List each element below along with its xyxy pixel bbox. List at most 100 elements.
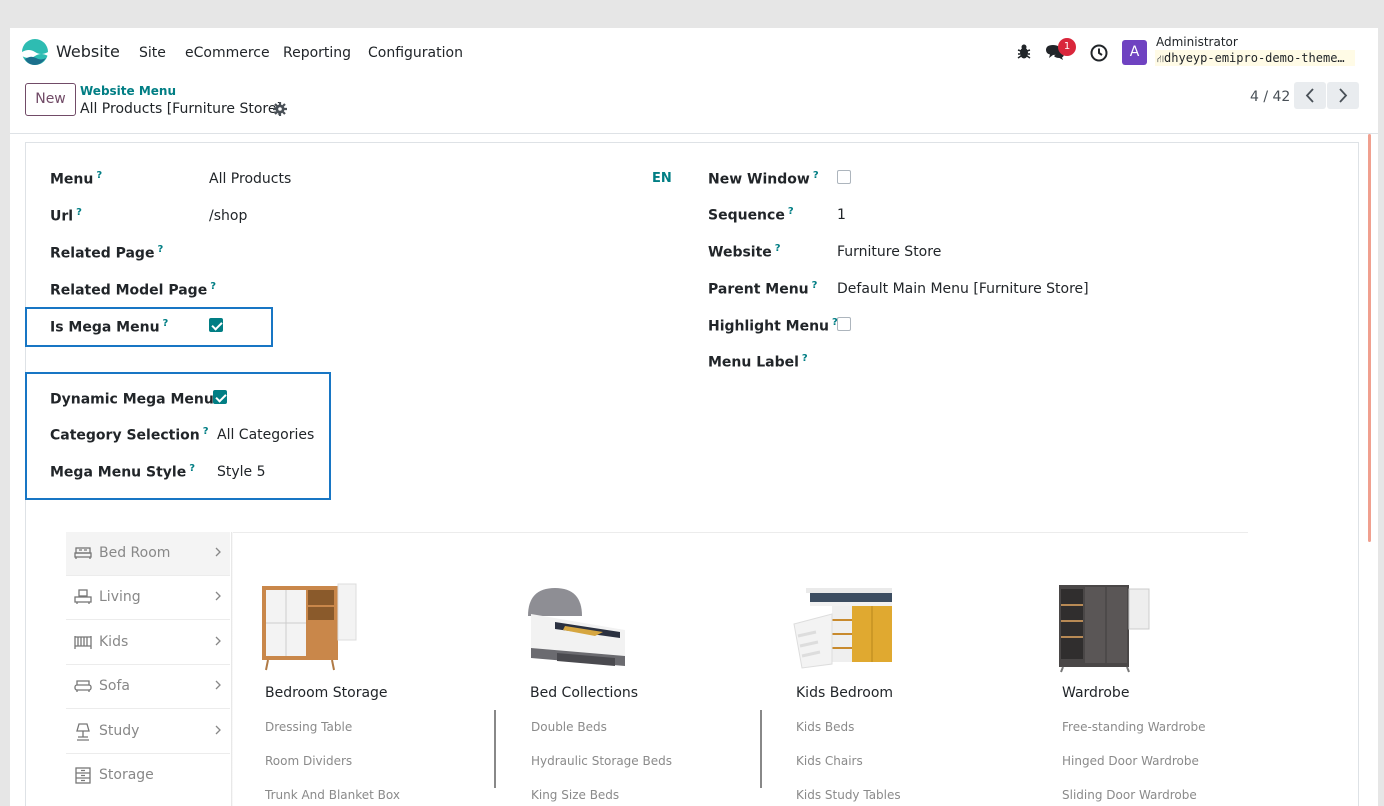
record-title: All Products [Furniture Store] (80, 101, 282, 117)
pager-next-button[interactable] (1327, 82, 1359, 109)
preview-category-label: Study (99, 723, 140, 739)
dynamic-mega-menu-checkbox[interactable] (213, 390, 227, 404)
field-parent-menu-value[interactable]: Default Main Menu [Furniture Store] (837, 281, 1089, 297)
field-label-related-page: Related Page? (50, 244, 164, 262)
preview-category-living[interactable]: Living (66, 576, 230, 620)
user-avatar[interactable]: A (1122, 40, 1147, 65)
chevron-left-icon (1305, 88, 1314, 103)
database-label: dhyeyp-emipro-demo-theme… (1164, 51, 1345, 65)
debug-bug-icon[interactable] (1016, 43, 1032, 61)
field-url-value[interactable]: /shop (209, 208, 247, 224)
field-label-menu-label: Menu Label? (708, 353, 808, 371)
field-sequence-value[interactable]: 1 (837, 207, 846, 223)
field-label-dynamic-mega-menu: Dynamic Mega Menu? (50, 390, 223, 408)
control-panel-divider (10, 133, 1378, 134)
field-label-mega-menu-style: Mega Menu Style? (50, 463, 196, 481)
is-mega-menu-checkbox[interactable] (209, 318, 223, 332)
chevron-right-icon (215, 591, 221, 601)
preview-column-title[interactable]: Kids Bedroom (796, 685, 893, 701)
bedroom-storage-image (262, 583, 357, 671)
field-category-selection-value[interactable]: All Categories (217, 427, 314, 443)
field-label-category-selection: Category Selection? (50, 426, 209, 444)
highlight-menu-checkbox[interactable] (837, 317, 851, 331)
preview-link[interactable]: Hydraulic Storage Beds (531, 754, 672, 768)
preview-category-label: Kids (99, 634, 129, 650)
menu-ecommerce[interactable]: eCommerce (185, 45, 270, 61)
mega-menu-preview-border (231, 532, 1248, 533)
new-button[interactable]: New (25, 83, 76, 116)
sofa-icon (74, 680, 92, 692)
preview-category-label: Storage (99, 767, 154, 783)
preview-category-label: Sofa (99, 678, 130, 694)
field-mega-menu-style-value[interactable]: Style 5 (217, 464, 266, 480)
top-navbar: Website Site eCommerce Reporting Configu… (10, 28, 1378, 76)
crib-icon (74, 636, 92, 649)
preview-category-study[interactable]: Study (66, 710, 230, 754)
field-label-menu: Menu? (50, 170, 103, 188)
field-menu-value[interactable]: All Products (209, 171, 291, 187)
chevron-right-icon (215, 725, 221, 735)
preview-link[interactable]: Dressing Table (265, 720, 352, 734)
chevron-right-icon (1339, 88, 1348, 103)
language-toggle[interactable]: EN (652, 171, 672, 186)
field-label-new-window: New Window? (708, 170, 819, 188)
field-label-website: Website? (708, 243, 781, 261)
gear-icon[interactable] (273, 102, 287, 116)
preview-column-divider (494, 710, 496, 788)
preview-link[interactable]: Free-standing Wardrobe (1062, 720, 1206, 734)
pager-value[interactable]: 4 / 42 (1250, 89, 1290, 105)
kids-bedroom-image (793, 588, 892, 669)
wardrobe-image (1059, 585, 1150, 673)
preview-link[interactable]: Kids Study Tables (796, 788, 901, 802)
new-window-checkbox[interactable] (837, 170, 851, 184)
storage-icon (75, 767, 91, 784)
breadcrumb-website-menu[interactable]: Website Menu (80, 84, 176, 98)
preview-category-storage[interactable]: Storage (66, 754, 230, 798)
preview-link[interactable]: Sliding Door Wardrobe (1062, 788, 1197, 802)
preview-column-title[interactable]: Bedroom Storage (265, 685, 388, 701)
app-name[interactable]: Website (56, 42, 120, 61)
preview-sidebar-shadow (231, 532, 233, 806)
user-name[interactable]: Administrator (1156, 35, 1238, 49)
field-label-url: Url? (50, 207, 82, 225)
preview-link[interactable]: Kids Chairs (796, 754, 863, 768)
field-website-value[interactable]: Furniture Store (837, 244, 941, 260)
preview-link[interactable]: Double Beds (531, 720, 607, 734)
field-label-sequence: Sequence? (708, 206, 794, 224)
database-icon: ⛙ (1157, 54, 1165, 65)
website-logo-icon[interactable] (22, 39, 48, 65)
field-label-is-mega-menu: Is Mega Menu? (50, 318, 169, 336)
scrollbar[interactable] (1368, 134, 1371, 542)
menu-site[interactable]: Site (139, 45, 166, 61)
menu-configuration[interactable]: Configuration (368, 45, 463, 61)
preview-category-kids[interactable]: Kids (66, 621, 230, 665)
preview-link[interactable]: King Size Beds (531, 788, 619, 802)
notification-badge: 1 (1058, 38, 1076, 56)
bed-icon (74, 547, 92, 559)
preview-link[interactable]: Hinged Door Wardrobe (1062, 754, 1199, 768)
living-icon (74, 589, 92, 604)
field-label-parent-menu: Parent Menu? (708, 280, 818, 298)
field-label-highlight-menu: Highlight Menu? (708, 317, 838, 335)
preview-category-bed-room[interactable]: Bed Room (66, 532, 230, 576)
activity-clock-icon[interactable] (1090, 44, 1108, 62)
menu-reporting[interactable]: Reporting (283, 45, 351, 61)
field-label-related-model-page: Related Model Page? (50, 281, 217, 299)
preview-column-title[interactable]: Wardrobe (1062, 685, 1129, 701)
bed-collections-image (528, 588, 625, 666)
preview-category-sofa[interactable]: Sofa (66, 665, 230, 709)
chevron-right-icon (215, 547, 221, 557)
preview-category-label: Bed Room (99, 545, 171, 561)
pager-previous-button[interactable] (1294, 82, 1326, 109)
chevron-right-icon (215, 680, 221, 690)
app-window: Website Site eCommerce Reporting Configu… (10, 28, 1378, 806)
lamp-icon (76, 723, 90, 741)
preview-column-title[interactable]: Bed Collections (530, 685, 638, 701)
preview-category-label: Living (99, 589, 141, 605)
database-name: ⛙dhyeyp-emipro-demo-theme… (1155, 50, 1355, 66)
preview-link[interactable]: Trunk And Blanket Box (265, 788, 400, 802)
chevron-right-icon (215, 636, 221, 646)
preview-link[interactable]: Kids Beds (796, 720, 854, 734)
preview-column-divider (760, 710, 762, 788)
preview-link[interactable]: Room Dividers (265, 754, 352, 768)
